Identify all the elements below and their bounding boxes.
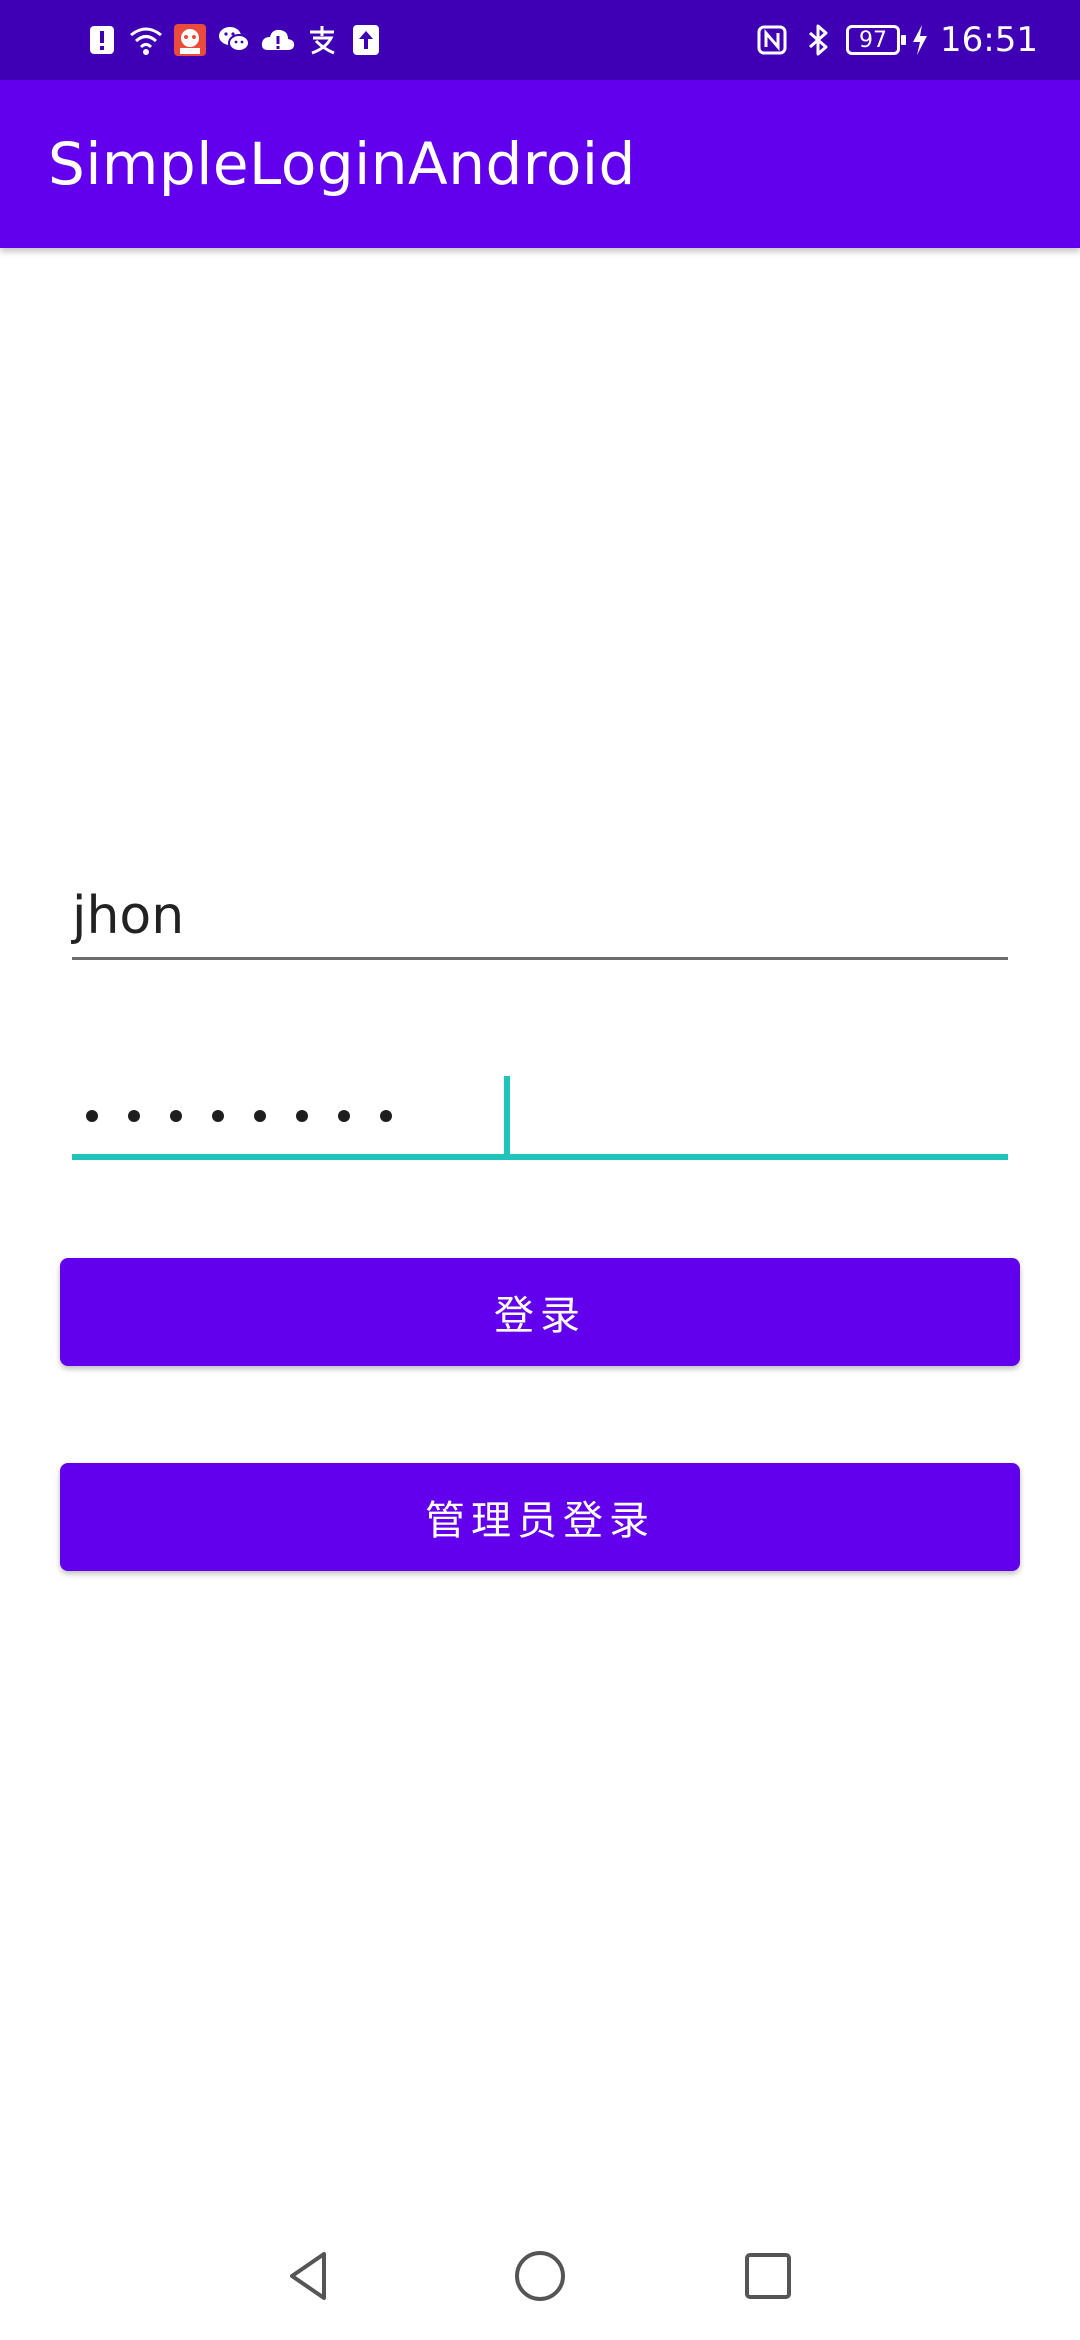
password-dot bbox=[170, 1110, 182, 1122]
home-icon[interactable] bbox=[510, 2246, 570, 2306]
app-notification-icon bbox=[172, 22, 208, 58]
admin-login-button[interactable]: 管理员登录 bbox=[60, 1463, 1020, 1571]
battery-level: 97 bbox=[859, 27, 888, 53]
password-dot bbox=[212, 1110, 224, 1122]
battery-icon: 97 bbox=[846, 25, 907, 55]
status-bar-system: 97 16:51 bbox=[754, 14, 1038, 66]
password-masked-value bbox=[86, 1094, 392, 1138]
status-time: 16:51 bbox=[940, 20, 1038, 60]
wechat-icon bbox=[216, 22, 252, 58]
username-value: jhon bbox=[72, 886, 185, 946]
password-dot bbox=[254, 1110, 266, 1122]
password-dot bbox=[128, 1110, 140, 1122]
app-bar: SimpleLoginAndroid bbox=[0, 80, 1080, 248]
cloud-alert-icon bbox=[260, 22, 296, 58]
wifi-icon bbox=[128, 22, 164, 58]
status-bar: 97 16:51 bbox=[0, 0, 1080, 80]
upload-icon bbox=[348, 22, 384, 58]
charging-icon bbox=[910, 22, 930, 58]
back-icon[interactable] bbox=[280, 2246, 340, 2306]
status-bar-notifications bbox=[84, 18, 384, 62]
alert-icon bbox=[84, 22, 120, 58]
password-input[interactable] bbox=[72, 1072, 1008, 1160]
bluetooth-icon bbox=[800, 22, 836, 58]
phone-screen: 97 16:51 SimpleLoginAndroid jhon 登录 管理员登… bbox=[0, 0, 1080, 2340]
login-button[interactable]: 登录 bbox=[60, 1258, 1020, 1366]
app-title: SimpleLoginAndroid bbox=[48, 130, 636, 198]
text-cursor bbox=[504, 1076, 510, 1154]
nfc-icon bbox=[754, 22, 790, 58]
alipay-icon bbox=[304, 22, 340, 58]
recent-apps-icon[interactable] bbox=[738, 2246, 798, 2306]
password-dot bbox=[338, 1110, 350, 1122]
password-dot bbox=[296, 1110, 308, 1122]
username-input[interactable]: jhon bbox=[72, 880, 1008, 960]
navigation-bar bbox=[0, 2210, 1080, 2340]
password-dot bbox=[86, 1110, 98, 1122]
password-dot bbox=[380, 1110, 392, 1122]
